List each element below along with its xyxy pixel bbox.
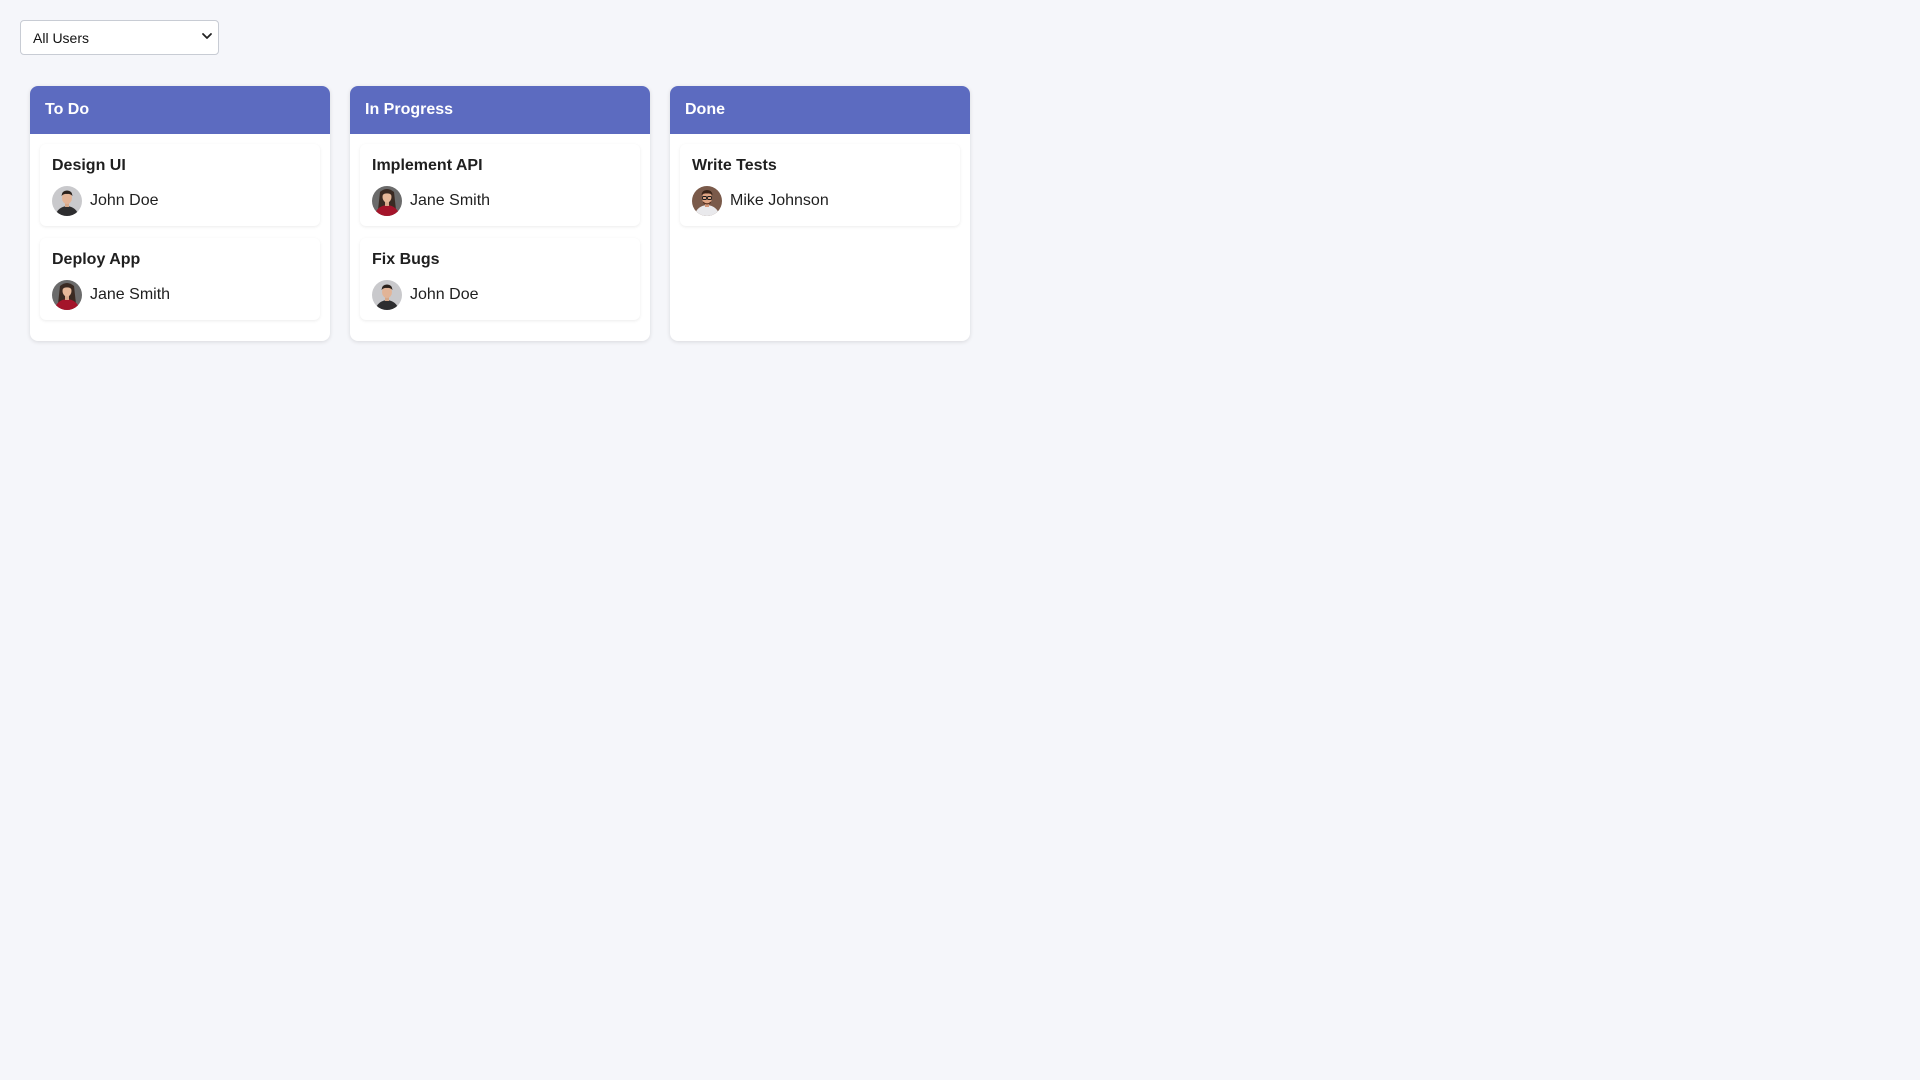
task-card[interactable]: Implement API Jane Smith: [360, 144, 640, 226]
jane-smith-avatar: [52, 280, 82, 310]
column-header-todo: To Do: [30, 86, 330, 134]
task-title: Implement API: [372, 157, 483, 174]
user-filter-select[interactable]: All Users: [20, 20, 219, 55]
assignee-name: Mike Johnson: [730, 192, 829, 209]
assignee-name: John Doe: [90, 192, 159, 209]
task-assignee: John Doe: [372, 280, 628, 310]
user-filter-wrapper: All Users: [20, 20, 219, 55]
john-doe-avatar: [52, 186, 82, 216]
jane-smith-avatar: [372, 186, 402, 216]
task-title: Write Tests: [692, 157, 777, 174]
kanban-board: To Do Design UI John Doe Deploy App Jane…: [30, 86, 970, 341]
task-assignee: John Doe: [52, 186, 308, 216]
task-card[interactable]: Deploy App Jane Smith: [40, 238, 320, 320]
task-title: Deploy App: [52, 251, 141, 268]
task-assignee: Jane Smith: [52, 280, 308, 310]
kanban-page: All Users To Do Design UI John Doe Deplo…: [0, 0, 1920, 1080]
task-assignee: Jane Smith: [372, 186, 628, 216]
column-body-done: Write Tests Mike Johnson: [670, 134, 970, 236]
task-title: Fix Bugs: [372, 251, 440, 268]
assignee-name: Jane Smith: [90, 286, 171, 303]
task-card[interactable]: Fix Bugs John Doe: [360, 238, 640, 320]
task-assignee: Mike Johnson: [692, 186, 948, 216]
task-title: Design UI: [52, 157, 126, 174]
column-body-todo: Design UI John Doe Deploy App Jane Smith: [30, 134, 330, 330]
task-card[interactable]: Design UI John Doe: [40, 144, 320, 226]
john-doe-avatar: [372, 280, 402, 310]
column-in-progress: In Progress Implement API Jane Smith Fix…: [350, 86, 650, 341]
task-card[interactable]: Write Tests Mike Johnson: [680, 144, 960, 226]
mike-johnson-avatar: [692, 186, 722, 216]
assignee-name: Jane Smith: [410, 192, 491, 209]
column-done: Done Write Tests Mike Johnson: [670, 86, 970, 341]
column-body-in-progress: Implement API Jane Smith Fix Bugs John D…: [350, 134, 650, 330]
assignee-name: John Doe: [410, 286, 479, 303]
column-header-in-progress: In Progress: [350, 86, 650, 134]
column-header-done: Done: [670, 86, 970, 134]
column-todo: To Do Design UI John Doe Deploy App Jane…: [30, 86, 330, 341]
